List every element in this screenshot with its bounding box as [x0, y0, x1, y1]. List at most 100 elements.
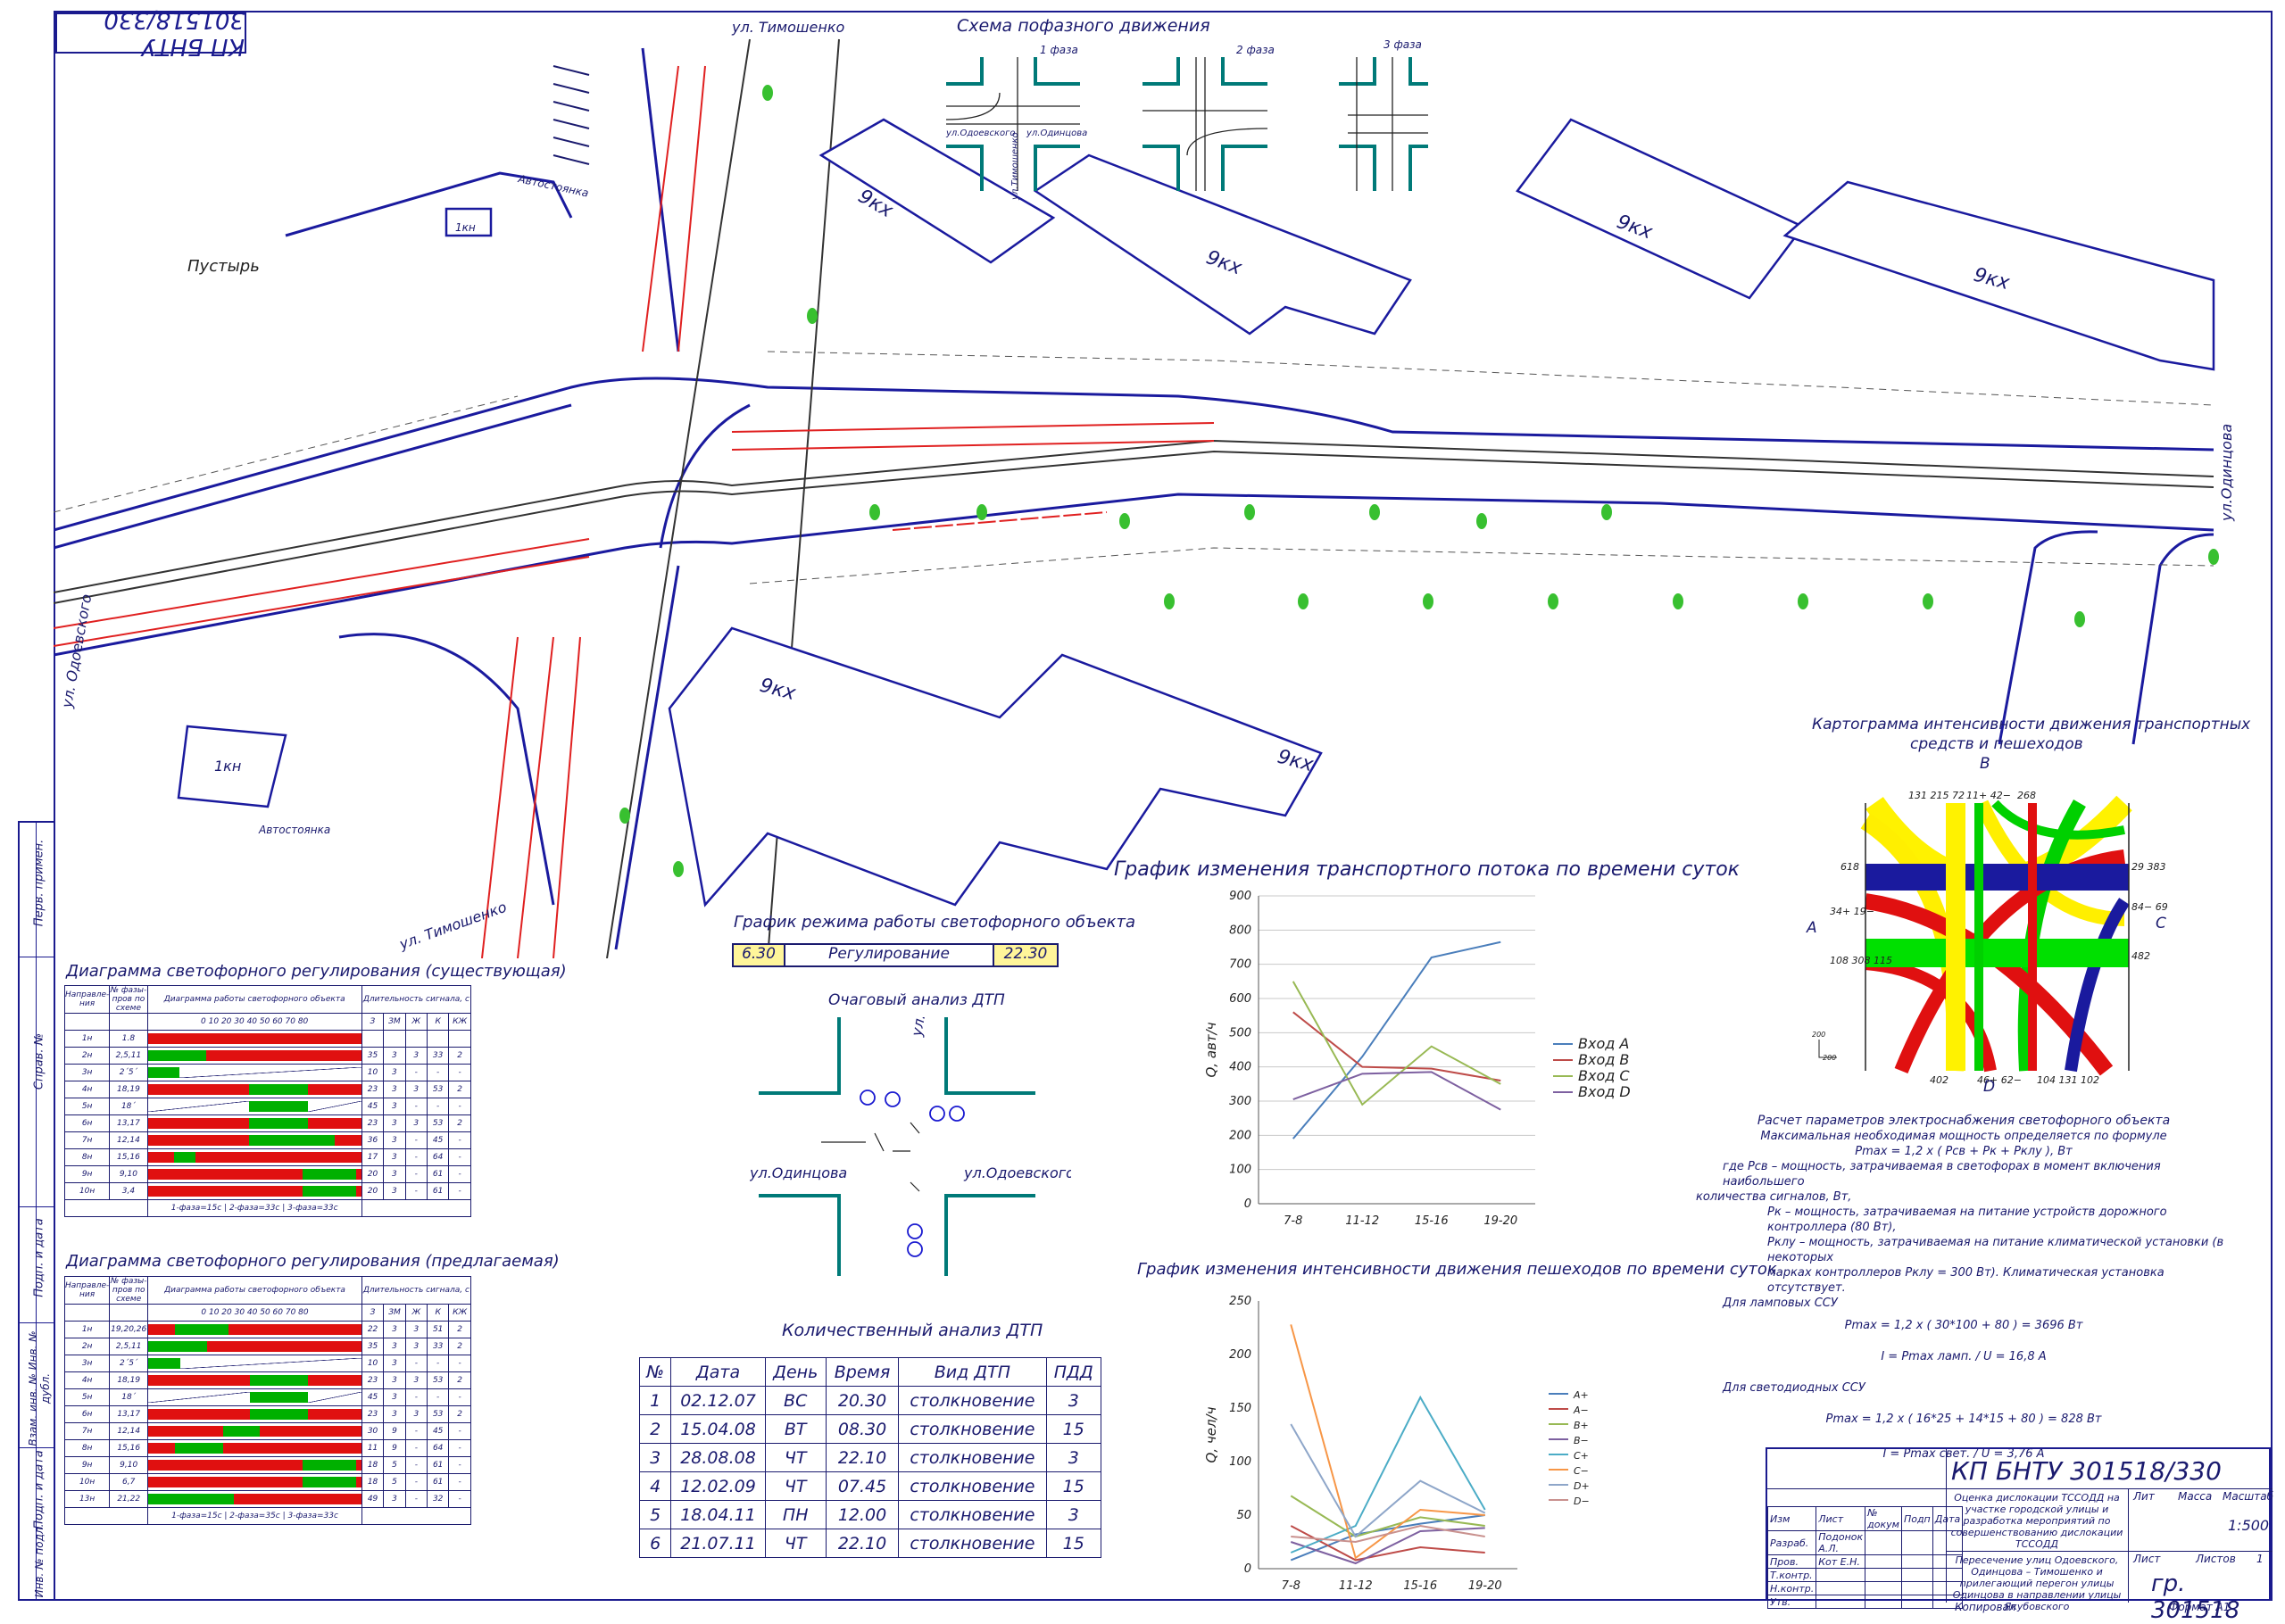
- signal-cell: 3: [404, 1338, 428, 1355]
- signal-cell: 3: [383, 1371, 406, 1389]
- signal-bar-segment: [195, 1152, 361, 1163]
- title-cell: [1816, 1595, 1866, 1609]
- signal-header-cell: Направле-ния: [63, 1276, 111, 1305]
- cart-right-ped: 84− 69+: [2131, 901, 2169, 913]
- signal-bar-cell: [146, 1081, 362, 1098]
- focal-street-2: ул.Одинцова: [750, 1164, 847, 1181]
- street-timoshenko-bottom: ул. Тимошенко: [396, 899, 509, 953]
- dtp-cell: 3: [638, 1443, 672, 1472]
- signal-bar-segment: [148, 1409, 250, 1420]
- street-odoevskogo-label: ул. Одоевского: [58, 592, 95, 710]
- signal-cell: 3: [383, 1338, 406, 1355]
- title-block-code: КП БНТУ 301518/330: [1951, 1456, 2222, 1486]
- calc-line: Pmax = 1,2 x ( 16*25 + 14*15 + 80 ) = 82…: [1825, 1413, 2102, 1426]
- signal-cell: 1.8: [109, 1030, 148, 1048]
- stamp-podp1: Подп. и дата: [32, 1218, 46, 1297]
- signal-cell: 22: [361, 1321, 385, 1338]
- signal-bar-segment: [147, 1050, 207, 1061]
- signal-header-cell: Направле-ния: [63, 985, 111, 1014]
- dtp-cell: 15: [1045, 1471, 1101, 1501]
- signal-cell: 10н: [63, 1473, 111, 1491]
- legend-label: В−: [1574, 1435, 1589, 1446]
- table-row: 4н 18,19 23 3 3 53 2: [63, 1081, 471, 1098]
- table-row: 2 15.04.08 ВТ 08.30 столкновение 15: [638, 1414, 1101, 1444]
- parking-label-a: Автостоянка: [258, 824, 330, 836]
- signal-bar-segment: [148, 1341, 207, 1352]
- signal-bar-segment: [249, 1101, 308, 1112]
- signal-cell: -: [404, 1098, 428, 1115]
- signal-cell: 3: [383, 1388, 406, 1406]
- signal-bar-segment: [249, 1084, 308, 1095]
- dtp-h-pdd: ПДД: [1045, 1357, 1101, 1387]
- signal-cell: -: [404, 1473, 428, 1491]
- table-row: Н.контр.: [1766, 1581, 1964, 1595]
- calc-line: I = Pmax ламп. / U = 16,8 А: [1881, 1350, 2047, 1363]
- signal-cell: 3: [383, 1148, 406, 1166]
- signal-header-cell: К: [426, 1013, 450, 1031]
- signal-cell: 3: [383, 1405, 406, 1423]
- signal-bar-cell: [146, 1098, 362, 1115]
- signal-bar-cell: [147, 1371, 362, 1389]
- dtp-cell: 15: [1045, 1414, 1101, 1444]
- signal-bar-cell: [146, 1182, 362, 1200]
- phase-street-c: ул.Тимошенко: [1010, 132, 1020, 201]
- cartogram-node-d: D: [1983, 1078, 1996, 1096]
- signal-bar-cell: [147, 1405, 362, 1423]
- legend-label: Вход А: [1578, 1035, 1629, 1052]
- dtp-cell: 08.30: [825, 1414, 900, 1444]
- signal-bar-segment: [307, 1033, 361, 1044]
- title-sheets: Листов: [2196, 1553, 2236, 1565]
- signal-cell: 10н: [63, 1182, 111, 1200]
- signal-bar-segment: [147, 1033, 175, 1044]
- signal-bar-segment: [355, 1477, 361, 1487]
- y-tick-label: 400: [1229, 1061, 1251, 1074]
- x-tick-label: 11-12: [1345, 1214, 1379, 1228]
- signal-bar-cell: [146, 1114, 362, 1132]
- dtp-h-type: Вид ДТП: [898, 1357, 1047, 1387]
- table-row: 4 12.02.09 ЧТ 07.45 столкновение 15: [638, 1471, 1101, 1501]
- signal-header-cell: [63, 1013, 111, 1031]
- calc-line: Для светодиодных ССУ: [1723, 1381, 1865, 1395]
- signal-cell: -: [404, 1388, 428, 1406]
- title-cell: [1900, 1554, 1933, 1569]
- signal-subheader-row: 0 10 20 30 40 50 60 70 80 З ЗМ Ж К КЖ: [63, 1013, 471, 1031]
- dtp-table-title: Количественный анализ ДТП: [782, 1321, 1043, 1340]
- dtp-cell: 3: [1045, 1500, 1101, 1529]
- phase-street-b: ул.Одинцова: [1026, 128, 1087, 138]
- dtp-h-day: День: [764, 1357, 827, 1387]
- signal-subheader-row: 0 10 20 30 40 50 60 70 80 З ЗМ Ж К КЖ: [63, 1304, 471, 1322]
- title-scale-h: Масштаб: [2223, 1490, 2274, 1503]
- signal-cell: [383, 1030, 406, 1048]
- signal-cell: -: [404, 1490, 428, 1508]
- signal-cell: 7н: [63, 1131, 111, 1149]
- signal-cell: 64: [426, 1439, 450, 1457]
- legend-label: А−: [1573, 1404, 1589, 1416]
- signal-cell: -: [404, 1148, 428, 1166]
- table-row: 8н 15,16 11 9-64-: [63, 1439, 471, 1457]
- signal-phase-row: 1-фаза=15с | 2-фаза=33с | 3-фаза=33с: [64, 1199, 472, 1217]
- legend-label: С−: [1574, 1465, 1589, 1477]
- signal-bar-segment: [273, 1341, 361, 1352]
- signal-cell: 3: [383, 1490, 406, 1508]
- series-line: [1292, 981, 1501, 1106]
- signal-bar-segment: [308, 1392, 361, 1403]
- dtp-cell: столкновение: [898, 1500, 1047, 1529]
- signal-cell: 9н: [63, 1165, 111, 1183]
- title-lit: Лит: [2133, 1490, 2155, 1503]
- signal-cell: 20: [361, 1165, 385, 1183]
- phase-1-label: 1 фаза: [1040, 44, 1078, 56]
- signal-cell: 9: [383, 1439, 406, 1457]
- signal-cell: 18´: [109, 1388, 149, 1406]
- signal-bar-segment: [303, 1460, 356, 1471]
- signal-bar-segment: [228, 1324, 361, 1335]
- y-tick-label: 200: [1229, 1348, 1251, 1362]
- signal-bar-segment: [148, 1324, 175, 1335]
- signal-cell: 51: [426, 1321, 450, 1338]
- signal-bar-cell: [147, 1490, 362, 1508]
- focal-street-1: ул.Тимошенко: [908, 1017, 943, 1039]
- signal-cell: 13,17: [109, 1405, 149, 1423]
- signal-cell: 61: [426, 1456, 450, 1474]
- title-signatures: Изм Лист № докум Подп Дата Разраб. Подонок А.…: [1766, 1506, 1964, 1609]
- signal-cell: -: [404, 1422, 428, 1440]
- signal-phase-labels: 1-фаза=15с | 2-фаза=35с | 3-фаза=33с: [147, 1507, 362, 1525]
